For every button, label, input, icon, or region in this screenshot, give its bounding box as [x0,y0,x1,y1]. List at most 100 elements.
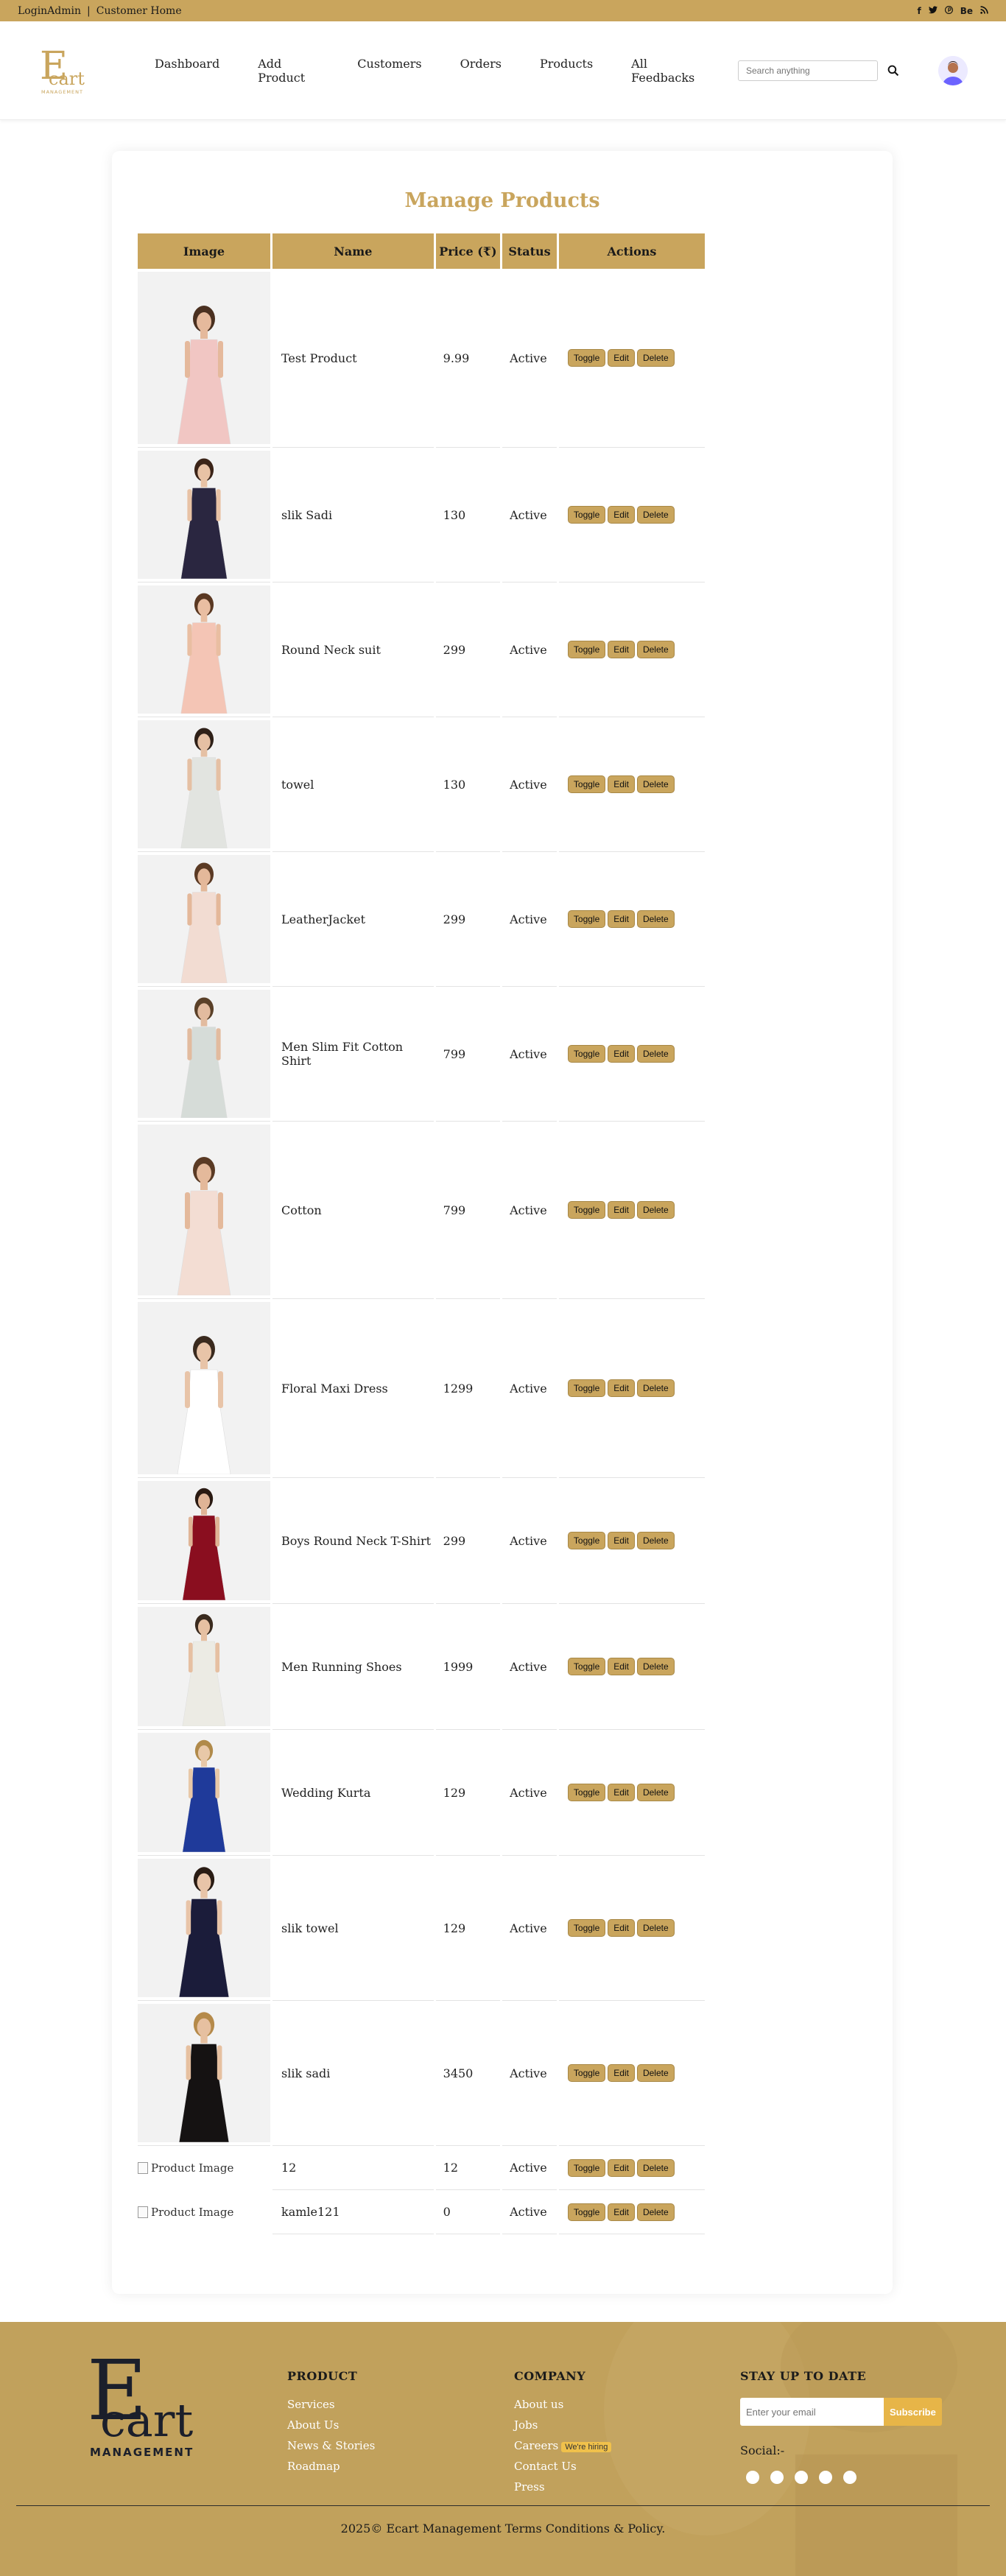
product-image-cell [138,1604,270,1730]
edit-button[interactable]: Edit [608,2064,635,2082]
toggle-button[interactable]: Toggle [567,506,606,524]
footer-link-about[interactable]: About us [514,2398,611,2411]
twitter-icon[interactable] [928,5,938,16]
delete-button[interactable]: Delete [636,1045,675,1063]
product-price: 129 [435,1730,501,1856]
toggle-button[interactable]: Toggle [567,2158,606,2177]
edit-button[interactable]: Edit [608,1201,635,1219]
toggle-button[interactable]: Toggle [567,1919,606,1937]
nav-products[interactable]: Products [540,57,593,85]
search-input[interactable] [738,60,878,81]
product-image-cell [138,1122,270,1299]
facebook-icon[interactable]: f [917,6,921,16]
footer-link-services[interactable]: Services [287,2398,375,2411]
social-label: Social:- [740,2443,785,2457]
toggle-button[interactable]: Toggle [567,349,606,367]
edit-button[interactable]: Edit [608,1784,635,1801]
header-price: Price (₹) [435,233,501,269]
delete-button[interactable]: Delete [636,506,675,524]
edit-button[interactable]: Edit [608,2203,635,2221]
edit-button[interactable]: Edit [608,1379,635,1397]
github-icon[interactable] [819,2471,832,2484]
nav-add-product[interactable]: Add Product [258,57,319,85]
toggle-button[interactable]: Toggle [567,1379,606,1397]
twitter-icon[interactable] [795,2471,808,2484]
edit-button[interactable]: Edit [608,2158,635,2177]
delete-button[interactable]: Delete [636,2158,675,2177]
edit-button[interactable]: Edit [608,349,635,367]
product-image-cell [138,987,270,1122]
product-name: slik towel [272,1856,434,2001]
edit-button[interactable]: Edit [608,775,635,793]
copyright-text: 2025© Ecart Management Terms Conditions … [340,2522,666,2535]
email-field[interactable] [740,2398,884,2426]
avatar[interactable] [938,55,968,85]
product-actions: Toggle Edit Delete [558,2190,705,2234]
edit-button[interactable]: Edit [608,1919,635,1937]
footer-link-news[interactable]: News & Stories [287,2439,375,2452]
facebook-icon[interactable] [746,2471,759,2484]
footer-link-jobs[interactable]: Jobs [514,2418,611,2432]
delete-button[interactable]: Delete [636,1379,675,1397]
customer-home-link[interactable]: Customer Home [96,5,182,17]
delete-button[interactable]: Delete [636,1658,675,1675]
dribbble-icon[interactable] [843,2471,856,2484]
toggle-button[interactable]: Toggle [567,910,606,928]
edit-button[interactable]: Edit [608,641,635,658]
login-admin-link[interactable]: LoginAdmin [18,5,81,17]
toggle-button[interactable]: Toggle [567,641,606,658]
delete-button[interactable]: Delete [636,641,675,658]
delete-button[interactable]: Delete [636,349,675,367]
footer-link-roadmap[interactable]: Roadmap [287,2460,375,2473]
footer-link-contact[interactable]: Contact Us [514,2460,611,2473]
product-actions: Toggle Edit Delete [558,1730,705,1856]
footer-logo[interactable]: E cart MANAGEMENT [87,2343,201,2466]
product-name: Cotton [272,1122,434,1299]
delete-button[interactable]: Delete [636,2203,675,2221]
page-title: Manage Products [404,189,600,212]
product-status: Active [502,583,557,717]
subscribe-button[interactable]: Subscribe [884,2398,942,2426]
delete-button[interactable]: Delete [636,1919,675,1937]
footer-link-press[interactable]: Press [514,2480,611,2494]
delete-button[interactable]: Delete [636,1532,675,1549]
search-icon[interactable] [885,63,901,79]
delete-button[interactable]: Delete [636,1784,675,1801]
brand-logo[interactable]: E cart MANAGEMENT [38,44,88,96]
product-status: Active [502,1604,557,1730]
logo-subtitle: MANAGEMENT [41,89,83,95]
table-row: slik Sadi 130 Active Toggle Edit Delete [138,448,705,583]
product-status: Active [502,717,557,852]
nav-orders[interactable]: Orders [460,57,502,85]
footer-link-about-us[interactable]: About Us [287,2418,375,2432]
delete-button[interactable]: Delete [636,2064,675,2082]
product-image-cell [138,1299,270,1478]
edit-button[interactable]: Edit [608,1658,635,1675]
pinterest-icon[interactable] [944,5,953,16]
nav-dashboard[interactable]: Dashboard [155,57,219,85]
edit-button[interactable]: Edit [608,1532,635,1549]
footer-divider [16,2505,990,2506]
product-image-cell [138,583,270,717]
toggle-button[interactable]: Toggle [567,775,606,793]
toggle-button[interactable]: Toggle [567,1658,606,1675]
google-icon[interactable] [770,2471,784,2484]
delete-button[interactable]: Delete [636,1201,675,1219]
toggle-button[interactable]: Toggle [567,2064,606,2082]
toggle-button[interactable]: Toggle [567,1532,606,1549]
rss-icon[interactable] [980,5,988,16]
edit-button[interactable]: Edit [608,910,635,928]
delete-button[interactable]: Delete [636,910,675,928]
toggle-button[interactable]: Toggle [567,1045,606,1063]
edit-button[interactable]: Edit [608,1045,635,1063]
edit-button[interactable]: Edit [608,506,635,524]
toggle-button[interactable]: Toggle [567,1784,606,1801]
toggle-button[interactable]: Toggle [567,1201,606,1219]
nav-customers[interactable]: Customers [357,57,421,85]
delete-button[interactable]: Delete [636,775,675,793]
product-actions: Toggle Edit Delete [558,852,705,987]
toggle-button[interactable]: Toggle [567,2203,606,2221]
nav-all-feedbacks[interactable]: All Feedbacks [631,57,700,85]
behance-icon[interactable]: Be [960,6,973,16]
footer-link-careers[interactable]: Careers We're hiring [514,2439,612,2452]
